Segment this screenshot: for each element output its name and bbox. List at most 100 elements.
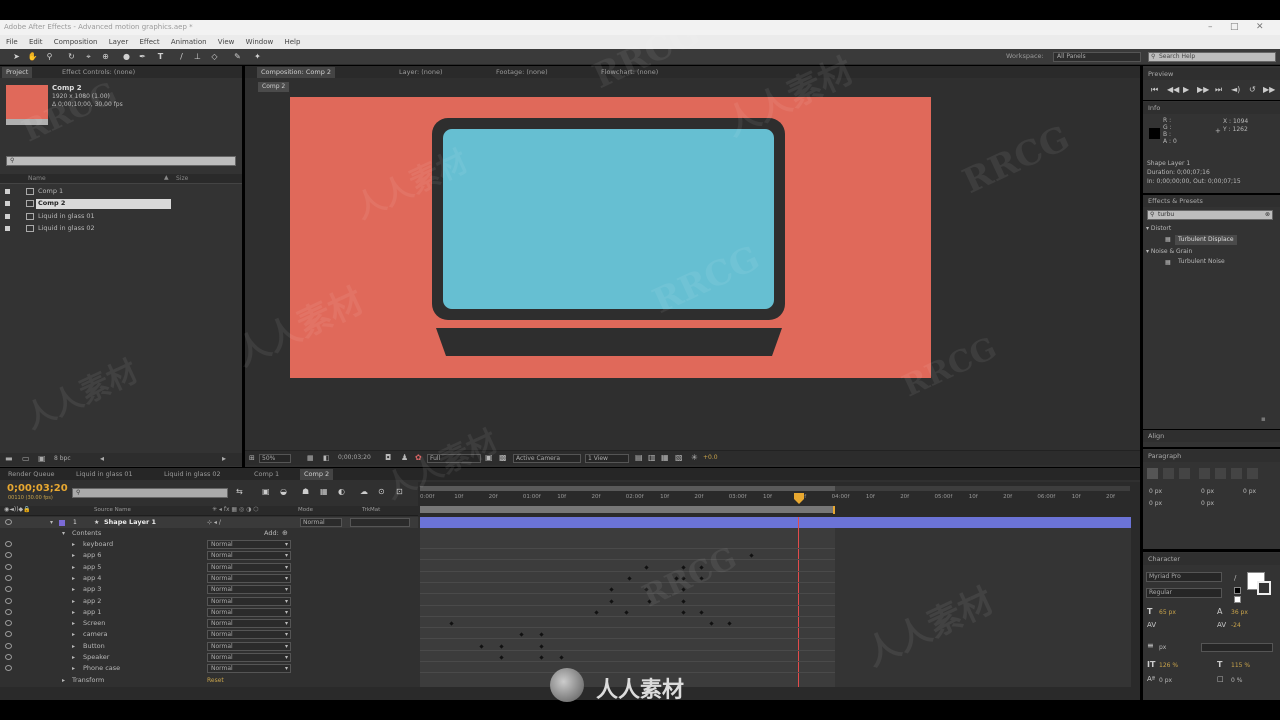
blend-mode-select[interactable]: Normal	[207, 540, 291, 549]
col-source-name[interactable]: Source Name	[94, 507, 131, 513]
motion-blur-icon[interactable]: ◐	[338, 487, 345, 496]
project-item-comp-2[interactable]: Comp 2	[0, 198, 240, 209]
eyedropper-icon[interactable]: /	[1234, 574, 1236, 582]
shape-group-row[interactable]: ▸ app 3 Normal	[0, 584, 418, 595]
tab-liquid-in-glass-02[interactable]: Liquid in glass 02	[160, 469, 225, 480]
effects-category-noise-grain[interactable]: ▾ Noise & Grain	[1146, 248, 1192, 255]
blend-mode-select[interactable]: Normal	[207, 619, 291, 629]
viewer-timecode[interactable]: 0;00;03;20	[338, 454, 371, 461]
camera-select[interactable]: Active Camera	[513, 454, 581, 463]
twirl-open-icon[interactable]: ▾	[50, 517, 53, 528]
frame-blending-icon[interactable]: ▦	[320, 487, 328, 496]
menu-effect[interactable]: Effect	[139, 38, 159, 46]
shape-group-row[interactable]: ▸ app 4 Normal	[0, 573, 418, 584]
effects-category-distort[interactable]: ▾ Distort	[1146, 225, 1171, 232]
twirl-closed-icon[interactable]: ▸	[72, 618, 75, 629]
blend-mode-select[interactable]: Normal	[207, 630, 291, 640]
keyframe-marker[interactable]	[609, 587, 614, 592]
shape-group-row[interactable]: ▸ Speaker Normal	[0, 652, 418, 663]
hide-shy-layers-icon[interactable]: ☗	[302, 487, 309, 496]
tab-project[interactable]: Project	[2, 67, 33, 78]
visibility-eye-icon[interactable]	[5, 574, 12, 581]
twirl-closed-icon[interactable]: ▸	[72, 584, 75, 595]
shape-group-row[interactable]: ▸ app 6 Normal	[0, 550, 418, 561]
ram-preview-icon[interactable]: ▶▶	[1263, 85, 1275, 94]
font-size-value[interactable]: 65 px	[1159, 609, 1176, 616]
indent-left-value[interactable]: 0 px	[1149, 488, 1162, 495]
effect-turbulent-noise[interactable]: Turbulent Noise	[1178, 258, 1225, 265]
hand-tool-icon[interactable]: ✋	[27, 51, 38, 62]
work-area-end-marker[interactable]	[833, 506, 835, 514]
keyframe-track-row[interactable]	[420, 562, 835, 572]
current-time-display[interactable]: 0;00;03;20	[7, 483, 68, 494]
clone-tool-icon[interactable]: ⊥	[192, 51, 203, 62]
keyframe-marker[interactable]	[499, 644, 504, 649]
new-comp-icon[interactable]: ▣	[38, 454, 46, 463]
keyframe-marker[interactable]	[699, 610, 704, 615]
keyframe-marker[interactable]	[539, 632, 544, 638]
visibility-eye-icon[interactable]	[5, 586, 12, 593]
stroke-type-select[interactable]	[1201, 643, 1273, 652]
visibility-eye-icon[interactable]	[5, 597, 12, 604]
view-layout-select[interactable]: 1 View	[585, 454, 629, 463]
menu-help[interactable]: Help	[284, 38, 300, 46]
space-before-value[interactable]: 0 px	[1149, 500, 1162, 507]
layer-label-color[interactable]	[59, 520, 65, 526]
transform-reset[interactable]: Reset	[207, 675, 224, 686]
twirl-closed-icon[interactable]: ▸	[72, 663, 75, 674]
project-item-comp-1[interactable]: Comp 1	[0, 186, 240, 197]
shape-group-row[interactable]: ▸ app 5 Normal	[0, 562, 418, 573]
twirl-closed-icon[interactable]: ▸	[72, 573, 75, 584]
minimize-icon[interactable]: –	[1208, 20, 1213, 35]
visibility-eye-icon[interactable]	[5, 519, 12, 525]
reset-exposure-icon[interactable]: ✳	[691, 453, 698, 462]
play-icon[interactable]: ▶	[1183, 85, 1189, 94]
selection-tool-icon[interactable]: ➤	[11, 51, 22, 62]
keyframe-track-row[interactable]	[420, 584, 835, 595]
bpc-label[interactable]: 8 bpc	[54, 455, 71, 462]
keyframe-track-row[interactable]	[420, 607, 835, 617]
blend-mode-select[interactable]: Normal	[207, 653, 291, 662]
stroke-color-swatch[interactable]	[1257, 581, 1271, 595]
menu-edit[interactable]: Edit	[29, 38, 43, 46]
trkmat-select[interactable]	[350, 518, 410, 527]
twirl-closed-icon[interactable]: ▸	[72, 607, 75, 618]
twirl-closed-icon[interactable]: ▸	[72, 562, 75, 573]
tab-preview[interactable]: Preview	[1143, 68, 1280, 80]
zoom-select[interactable]: 50%	[259, 454, 291, 463]
blend-mode-select[interactable]: Normal	[207, 562, 291, 572]
shape-group-row[interactable]: ▸ app 2 Normal	[0, 596, 418, 607]
live-update-icon[interactable]: ▣	[262, 487, 270, 496]
keyframe-track-row[interactable]	[420, 618, 835, 629]
work-area-bar[interactable]	[420, 506, 835, 513]
twirl-closed-icon[interactable]: ▸	[72, 539, 75, 550]
col-mode[interactable]: Mode	[298, 507, 313, 513]
tsume-value[interactable]: 0 %	[1231, 677, 1242, 684]
search-help-input[interactable]: ⚲ Search Help	[1148, 52, 1276, 62]
keyframe-track-row[interactable]	[420, 596, 835, 606]
project-search-input[interactable]: ⚲	[6, 156, 236, 166]
layer-row-shape-layer-1[interactable]: ▾ 1 ★ Shape Layer 1 ⊹ ◂ / Normal	[0, 517, 418, 528]
rotate-tool-icon[interactable]: ↻	[66, 51, 77, 62]
tab-layer[interactable]: Layer: (none)	[395, 67, 447, 78]
keyframe-marker[interactable]	[624, 610, 629, 615]
keyframe-marker[interactable]	[499, 655, 504, 660]
camera-tool-icon[interactable]: ⌖	[83, 51, 94, 62]
blend-mode-select[interactable]: Normal	[207, 585, 291, 595]
visibility-eye-icon[interactable]	[5, 608, 12, 615]
shy-switch-icon[interactable]: ⊹ ◂ /	[207, 517, 221, 528]
tab-align[interactable]: Align	[1143, 430, 1280, 442]
blend-mode-select[interactable]: Normal	[207, 641, 291, 651]
always-preview-icon[interactable]: ⊞	[249, 454, 255, 462]
visibility-eye-icon[interactable]	[5, 552, 12, 559]
keyframe-marker[interactable]	[479, 644, 484, 649]
justify-all-icon[interactable]	[1247, 468, 1258, 479]
blend-mode-select[interactable]: Normal	[207, 607, 291, 617]
folder-icon[interactable]: ▬	[5, 454, 13, 463]
clear-search-icon[interactable]: ⊗	[1265, 211, 1270, 219]
keyframe-track-row[interactable]	[420, 629, 835, 640]
keyframe-marker[interactable]	[539, 644, 544, 649]
composition-canvas[interactable]	[290, 97, 931, 378]
indent-right-value[interactable]: 0 px	[1201, 488, 1214, 495]
blend-mode-select[interactable]: Normal	[207, 573, 291, 583]
